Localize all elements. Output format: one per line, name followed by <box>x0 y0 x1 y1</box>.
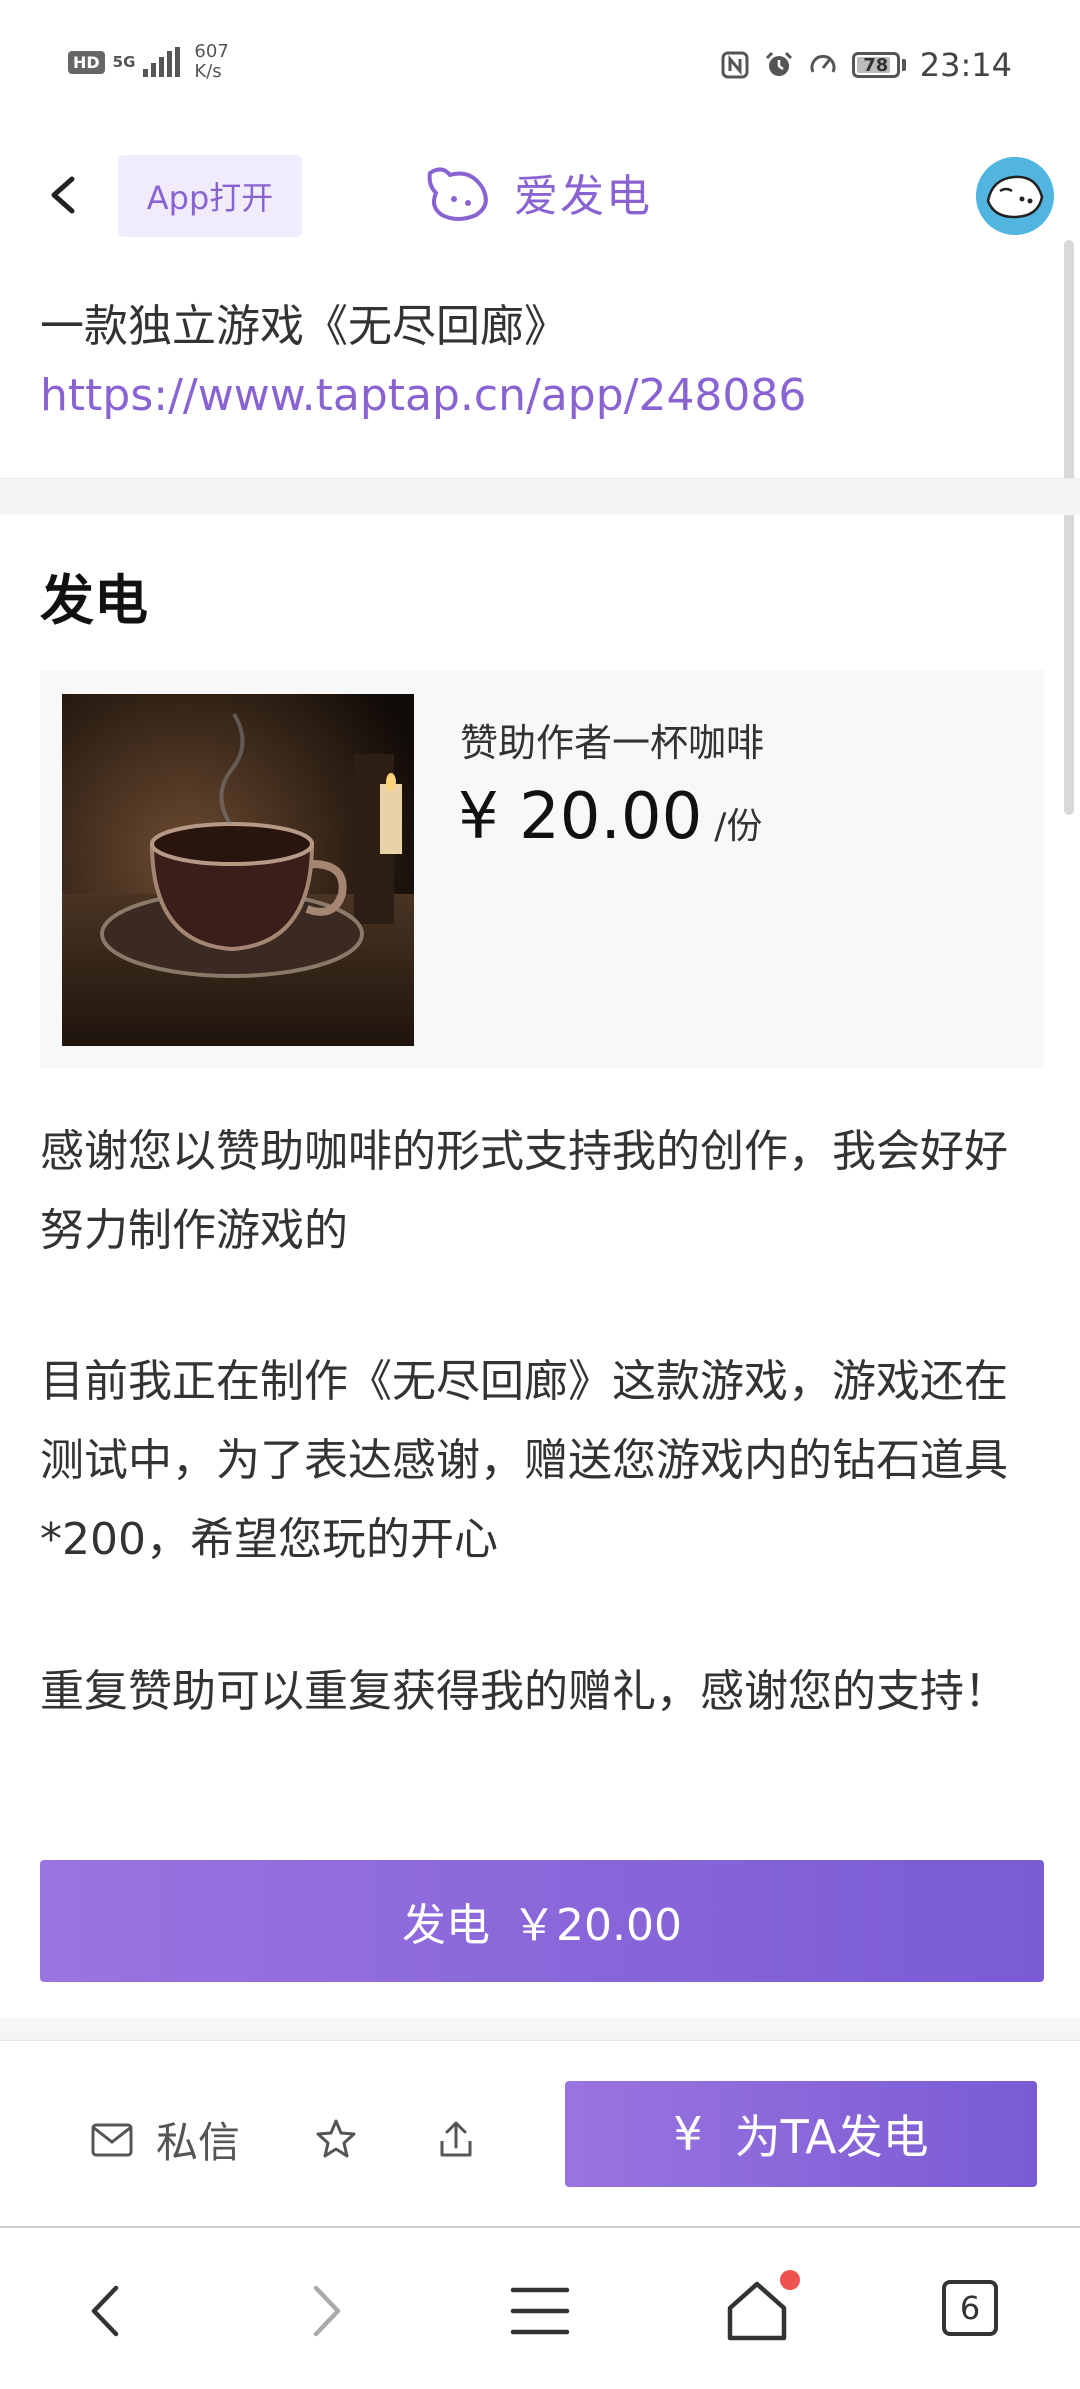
description-paragraph-2: 目前我正在制作《无尽回廊》这款游戏，游戏还在测试中，为了表达感谢，赠送您游戏内的… <box>40 1356 1008 1565</box>
product-price: ¥ 20.00 <box>458 780 703 854</box>
network-speed: 607 K/s <box>194 42 228 82</box>
hd-badge: HD <box>68 50 105 74</box>
bottom-action-bar: 私信 ¥ 为TA发电 <box>0 2040 1080 2227</box>
charge-for-creator-button[interactable]: ¥ 为TA发电 <box>565 2081 1037 2187</box>
back-arrow-icon[interactable] <box>36 163 96 227</box>
private-message-button[interactable]: 私信 <box>90 2109 240 2170</box>
brand-logo-icon <box>427 167 488 221</box>
speed-unit: K/s <box>194 61 222 82</box>
donate-button-price: ￥20.00 <box>512 1900 682 1951</box>
coffee-image <box>62 694 414 1046</box>
user-avatar[interactable] <box>976 157 1054 235</box>
favorite-star-icon[interactable] <box>310 2113 362 2165</box>
brand[interactable]: 爱发电 <box>420 159 652 225</box>
donate-section-title: 发电 <box>40 569 148 632</box>
donate-button[interactable]: 发电 ￥20.00 <box>40 1860 1044 1982</box>
menu-icon[interactable] <box>505 2276 575 2346</box>
status-left: HD 5G 607 K/s <box>68 42 229 82</box>
game-link[interactable]: https://www.taptap.cn/app/248086 <box>40 370 806 421</box>
browser-back-icon[interactable] <box>72 2276 142 2346</box>
description-paragraph-1: 感谢您以赞助咖啡的形式支持我的创作，我会好好努力制作游戏的 <box>40 1126 1008 1256</box>
alarm-icon <box>765 51 792 76</box>
yuan-icon: ¥ <box>673 2107 703 2161</box>
price-unit: /份 <box>714 806 763 847</box>
content-fade <box>0 2018 1080 2040</box>
donate-button-label: 发电 <box>402 1900 491 1951</box>
private-message-label: 私信 <box>156 2118 241 2167</box>
battery-icon: 78 <box>851 52 900 78</box>
page-scrollbar[interactable] <box>1064 240 1074 815</box>
mail-icon <box>91 2123 133 2156</box>
tabs-button[interactable]: 6 <box>942 2280 998 2336</box>
speed-value: 607 <box>194 41 229 62</box>
brand-name: 爱发电 <box>514 171 652 222</box>
speedometer-icon <box>810 54 836 73</box>
battery-cap <box>901 59 906 71</box>
browser-navigation-bar: 6 <box>0 2226 1080 2389</box>
status-bar: HD 5G 607 K/s 78 23:14 <box>0 0 1080 135</box>
status-right: 78 23:14 <box>720 46 1012 84</box>
section-divider <box>0 478 1080 515</box>
product-card[interactable]: 赞助作者一杯咖啡 ¥ 20.00 /份 <box>40 670 1044 1068</box>
description-paragraph-3: 重复赞助可以重复获得我的赠礼，感谢您的支持！ <box>40 1666 1008 1717</box>
price-row: ¥ 20.00 /份 <box>458 780 762 854</box>
coffee-cup-picture <box>62 694 414 1046</box>
nfc-icon <box>721 51 749 79</box>
browser-forward-icon[interactable] <box>290 2276 360 2346</box>
top-header: App打开 爱发电 <box>0 135 1080 260</box>
signal-icon <box>143 47 181 77</box>
clock: 23:14 <box>919 46 1012 84</box>
charge-button-label: 为TA发电 <box>734 2110 929 2164</box>
share-icon[interactable] <box>430 2113 482 2165</box>
open-in-app-button[interactable]: App打开 <box>118 155 302 237</box>
avatar-icon <box>976 157 1054 235</box>
product-name: 赞助作者一杯咖啡 <box>460 721 765 765</box>
network-type: 5G <box>112 53 136 71</box>
notification-dot <box>780 2270 800 2290</box>
battery-level: 78 <box>863 54 889 76</box>
intro-title: 一款独立游戏《无尽回廊》 <box>40 301 568 352</box>
